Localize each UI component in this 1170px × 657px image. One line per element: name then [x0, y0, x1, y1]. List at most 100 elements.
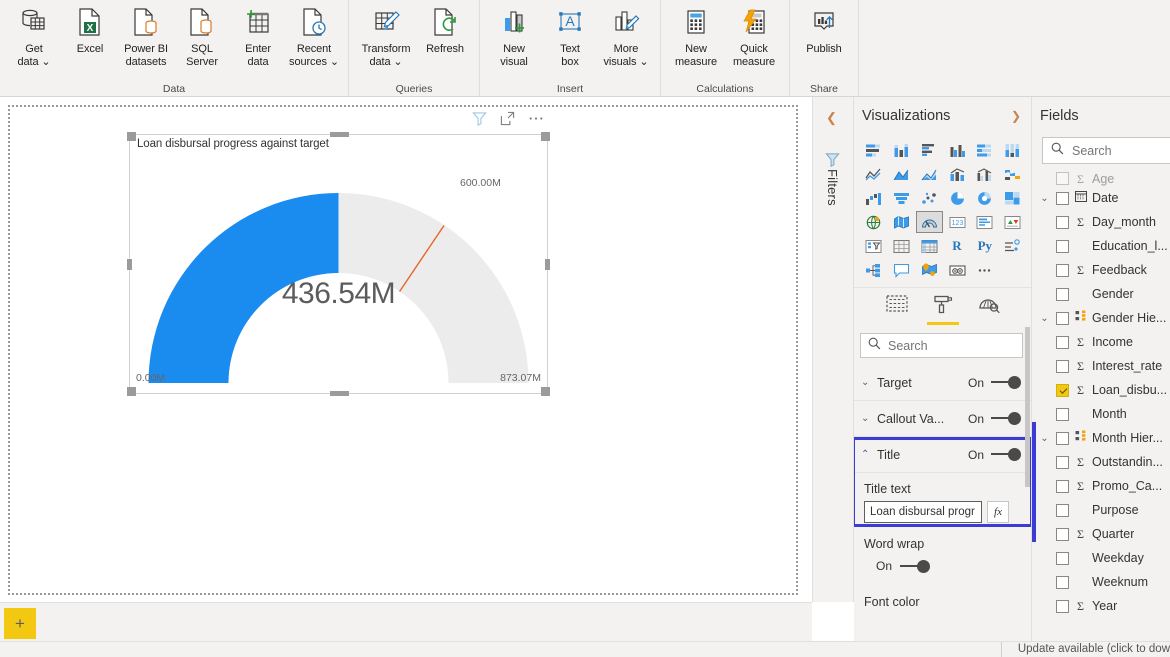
field-row-date[interactable]: ⌄ Date	[1032, 186, 1170, 210]
more-visuals-ellipsis-icon[interactable]	[971, 259, 998, 281]
format-section-title[interactable]: ⌃ Title On	[854, 437, 1031, 473]
gauge-visual[interactable]: Loan disbursal progress against target 6…	[127, 132, 550, 396]
stacked-bar-chart-icon[interactable]	[860, 139, 887, 161]
fields-search-input[interactable]	[1072, 143, 1162, 158]
treemap-icon[interactable]	[999, 187, 1026, 209]
analytics-tab[interactable]	[978, 295, 1000, 325]
field-row-gender[interactable]: ⌄ Gender	[1032, 282, 1170, 306]
r-script-visual-icon[interactable]: R	[944, 235, 971, 257]
table-icon[interactable]	[888, 235, 915, 257]
field-row-quarter[interactable]: ⌄ Σ Quarter	[1032, 522, 1170, 546]
title-text-input[interactable]	[864, 501, 982, 523]
transform-data-button[interactable]: Transform data ⌄	[355, 0, 417, 78]
matrix-icon[interactable]	[916, 235, 943, 257]
field-row-promo-campaign[interactable]: ⌄ Σ Promo_Ca...	[1032, 474, 1170, 498]
stacked-area-chart-icon[interactable]	[916, 163, 943, 185]
format-search-input[interactable]	[888, 338, 1015, 353]
powerbi-datasets-button[interactable]: Power BI datasets	[118, 0, 174, 78]
more-visuals-button[interactable]: More visuals ⌄	[598, 0, 654, 78]
format-section-callout-value[interactable]: ⌄ Callout Va... On	[854, 401, 1031, 437]
title-toggle[interactable]	[991, 448, 1021, 461]
field-checkbox[interactable]	[1056, 479, 1069, 493]
add-page-button[interactable]: +	[4, 608, 36, 639]
field-row-education-level[interactable]: ⌄ Education_l...	[1032, 234, 1170, 258]
resize-handle-top-right[interactable]	[541, 132, 550, 141]
field-checkbox[interactable]	[1056, 599, 1069, 613]
field-checkbox[interactable]	[1056, 551, 1069, 565]
chevron-right-icon[interactable]: ❯	[1011, 109, 1021, 123]
field-checkbox[interactable]	[1056, 383, 1069, 397]
field-row-gender-hierarchy[interactable]: ⌄ Gender Hie...	[1032, 306, 1170, 330]
field-checkbox[interactable]	[1056, 287, 1069, 301]
waterfall-chart-icon[interactable]	[860, 187, 887, 209]
new-visual-button[interactable]: New visual	[486, 0, 542, 78]
line-clustered-column-chart-icon[interactable]	[971, 163, 998, 185]
paginated-report-icon[interactable]	[944, 259, 971, 281]
format-tab[interactable]	[926, 295, 959, 325]
filled-map-icon[interactable]	[888, 211, 915, 233]
report-page[interactable]: Loan disbursal progress against target 6…	[8, 105, 798, 595]
field-checkbox[interactable]	[1056, 575, 1069, 589]
chevron-left-icon[interactable]: ❮	[826, 110, 837, 126]
kpi-icon[interactable]	[999, 211, 1026, 233]
field-checkbox[interactable]	[1056, 431, 1069, 445]
excel-button[interactable]: X Excel	[62, 0, 118, 78]
100-stacked-bar-chart-icon[interactable]	[971, 139, 998, 161]
funnel-chart-icon[interactable]	[888, 187, 915, 209]
sql-server-button[interactable]: SQL Server	[174, 0, 230, 78]
refresh-button[interactable]: Refresh	[417, 0, 473, 78]
field-row-weekday[interactable]: ⌄ Weekday	[1032, 546, 1170, 570]
resize-handle-middle-left[interactable]	[127, 259, 132, 270]
field-checkbox[interactable]	[1056, 527, 1069, 541]
field-checkbox[interactable]	[1056, 191, 1069, 205]
line-chart-icon[interactable]	[860, 163, 887, 185]
chevron-down-icon[interactable]: ⌄	[1038, 433, 1051, 444]
stacked-column-chart-icon[interactable]	[888, 139, 915, 161]
callout-value-toggle[interactable]	[991, 412, 1021, 425]
fields-search-box[interactable]	[1042, 137, 1170, 164]
field-row-outstanding[interactable]: ⌄ Σ Outstandin...	[1032, 450, 1170, 474]
field-row-weeknum[interactable]: ⌄ Weeknum	[1032, 570, 1170, 594]
field-checkbox[interactable]	[1056, 335, 1069, 349]
filters-pane-collapsed[interactable]: ❮ Filters	[812, 97, 854, 602]
field-row-day-month[interactable]: ⌄ Σ Day_month	[1032, 210, 1170, 234]
resize-handle-top-left[interactable]	[127, 132, 136, 141]
map-icon[interactable]	[860, 211, 887, 233]
target-toggle[interactable]	[991, 376, 1021, 389]
clustered-column-chart-icon[interactable]	[944, 139, 971, 161]
field-row-feedback[interactable]: ⌄ Σ Feedback	[1032, 258, 1170, 282]
publish-button[interactable]: Publish	[796, 0, 852, 78]
word-wrap-toggle[interactable]	[900, 559, 931, 573]
gauge-icon[interactable]	[915, 211, 943, 233]
field-checkbox[interactable]	[1056, 239, 1069, 253]
field-row-month[interactable]: ⌄ Month	[1032, 402, 1170, 426]
update-available-link[interactable]: Update available (click to dow	[1018, 643, 1170, 655]
format-section-target[interactable]: ⌄ Target On	[854, 365, 1031, 401]
area-chart-icon[interactable]	[888, 163, 915, 185]
pie-chart-icon[interactable]	[944, 187, 971, 209]
arcgis-maps-icon[interactable]	[916, 259, 943, 281]
field-row-interest-rate[interactable]: ⌄ Σ Interest_rate	[1032, 354, 1170, 378]
filter-funnel-icon[interactable]	[472, 111, 487, 131]
chevron-down-icon[interactable]: ⌄	[1038, 313, 1051, 324]
field-checkbox[interactable]	[1056, 215, 1069, 229]
chevron-down-icon[interactable]: ⌄	[1038, 193, 1051, 204]
card-icon[interactable]: 123	[944, 211, 971, 233]
scatter-chart-icon[interactable]	[916, 187, 943, 209]
get-data-button[interactable]: Get data ⌄	[6, 0, 62, 78]
decomposition-tree-icon[interactable]	[860, 259, 887, 281]
focus-mode-icon[interactable]	[500, 111, 515, 131]
enter-data-button[interactable]: Enter data	[230, 0, 286, 78]
python-visual-icon[interactable]: Py	[971, 235, 998, 257]
format-search-box[interactable]	[860, 333, 1023, 358]
resize-handle-bottom-left[interactable]	[127, 387, 136, 396]
quick-measure-button[interactable]: Quick measure	[725, 0, 783, 78]
slicer-icon[interactable]	[860, 235, 887, 257]
more-options-icon[interactable]	[528, 111, 544, 131]
format-pane-scrollbar[interactable]	[1025, 327, 1030, 487]
resize-handle-top-center[interactable]	[329, 132, 349, 137]
fields-tab[interactable]	[885, 295, 908, 325]
100-stacked-column-chart-icon[interactable]	[999, 139, 1026, 161]
field-checkbox[interactable]	[1056, 359, 1069, 373]
field-row-month-hierarchy[interactable]: ⌄ Month Hier...	[1032, 426, 1170, 450]
